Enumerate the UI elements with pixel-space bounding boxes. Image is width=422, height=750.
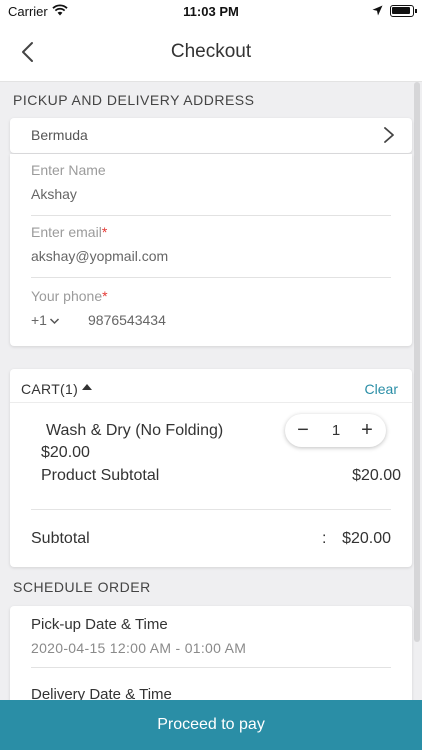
cart-title: CART(1) bbox=[21, 381, 79, 397]
chevron-right-icon bbox=[382, 126, 396, 144]
cart-item-price: $20.00 bbox=[41, 444, 90, 461]
phone-field[interactable]: Your phone* +1 9876543434 bbox=[31, 280, 391, 342]
product-subtotal-value: $20.00 bbox=[352, 467, 401, 484]
address-form: Enter Name Akshay Enter email* akshay@yo… bbox=[10, 154, 412, 346]
checkout-scroll-area[interactable]: PICKUP AND DELIVERY ADDRESS Bermuda Ente… bbox=[0, 82, 422, 700]
subtotal-label: Subtotal bbox=[31, 530, 90, 547]
country-code-value: +1 bbox=[31, 312, 47, 328]
country-value: Bermuda bbox=[31, 127, 88, 143]
phone-placeholder: Your phone bbox=[31, 288, 103, 304]
status-time: 11:03 PM bbox=[183, 4, 239, 19]
battery-icon bbox=[390, 5, 417, 17]
product-subtotal-label: Product Subtotal bbox=[41, 467, 160, 484]
minus-icon[interactable]: − bbox=[293, 420, 313, 440]
delivery-datetime-row[interactable]: Delivery Date & Time bbox=[31, 686, 391, 700]
chevron-down-icon bbox=[47, 312, 60, 328]
subtotal-separator: : bbox=[322, 530, 327, 547]
cart-card: CART(1) Clear Wash & Dry (No Folding) $2… bbox=[10, 369, 412, 567]
email-field[interactable]: Enter email* akshay@yopmail.com bbox=[31, 216, 391, 278]
schedule-section-title: SCHEDULE ORDER bbox=[13, 579, 151, 595]
phone-placeholder-wrap: Your phone* bbox=[31, 288, 108, 304]
location-arrow-icon bbox=[372, 4, 383, 19]
email-placeholder: Enter email bbox=[31, 224, 102, 240]
schedule-card: Pick-up Date & Time 2020-04-15 12:00 AM … bbox=[10, 606, 412, 700]
caret-up-icon bbox=[82, 384, 92, 390]
nav-bar: Checkout bbox=[0, 22, 422, 82]
phone-required-mark: * bbox=[102, 288, 108, 304]
quantity-value: 1 bbox=[331, 422, 341, 439]
country-code-picker[interactable]: +1 bbox=[31, 312, 60, 328]
pickup-label: Pick-up Date & Time bbox=[31, 616, 168, 633]
name-value: Akshay bbox=[31, 186, 77, 202]
name-field[interactable]: Enter Name Akshay bbox=[31, 154, 391, 216]
status-bar: Carrier 11:03 PM bbox=[0, 0, 422, 22]
email-value: akshay@yopmail.com bbox=[31, 248, 169, 264]
email-placeholder-wrap: Enter email* bbox=[31, 224, 107, 240]
phone-value: 9876543434 bbox=[88, 312, 166, 328]
clear-cart-button[interactable]: Clear bbox=[365, 381, 398, 397]
proceed-to-pay-button[interactable]: Proceed to pay bbox=[0, 700, 422, 750]
divider bbox=[31, 509, 391, 510]
name-placeholder: Enter Name bbox=[31, 162, 106, 178]
cart-item-name: Wash & Dry (No Folding) bbox=[46, 422, 224, 439]
email-required-mark: * bbox=[101, 224, 108, 240]
pickup-value: 2020-04-15 12:00 AM - 01:00 AM bbox=[31, 640, 247, 656]
page-title: Checkout bbox=[170, 41, 252, 62]
scrollbar[interactable] bbox=[414, 82, 420, 642]
subtotal-value: $20.00 bbox=[342, 530, 391, 547]
delivery-label: Delivery Date & Time bbox=[31, 686, 172, 700]
country-selector[interactable]: Bermuda bbox=[10, 118, 412, 153]
pickup-datetime-row[interactable]: Pick-up Date & Time 2020-04-15 12:00 AM … bbox=[31, 616, 391, 668]
address-section-title: PICKUP AND DELIVERY ADDRESS bbox=[13, 92, 255, 108]
quantity-stepper: − 1 + bbox=[285, 414, 386, 447]
cart-header[interactable]: CART(1) Clear bbox=[10, 369, 412, 403]
plus-icon[interactable]: + bbox=[357, 420, 377, 440]
